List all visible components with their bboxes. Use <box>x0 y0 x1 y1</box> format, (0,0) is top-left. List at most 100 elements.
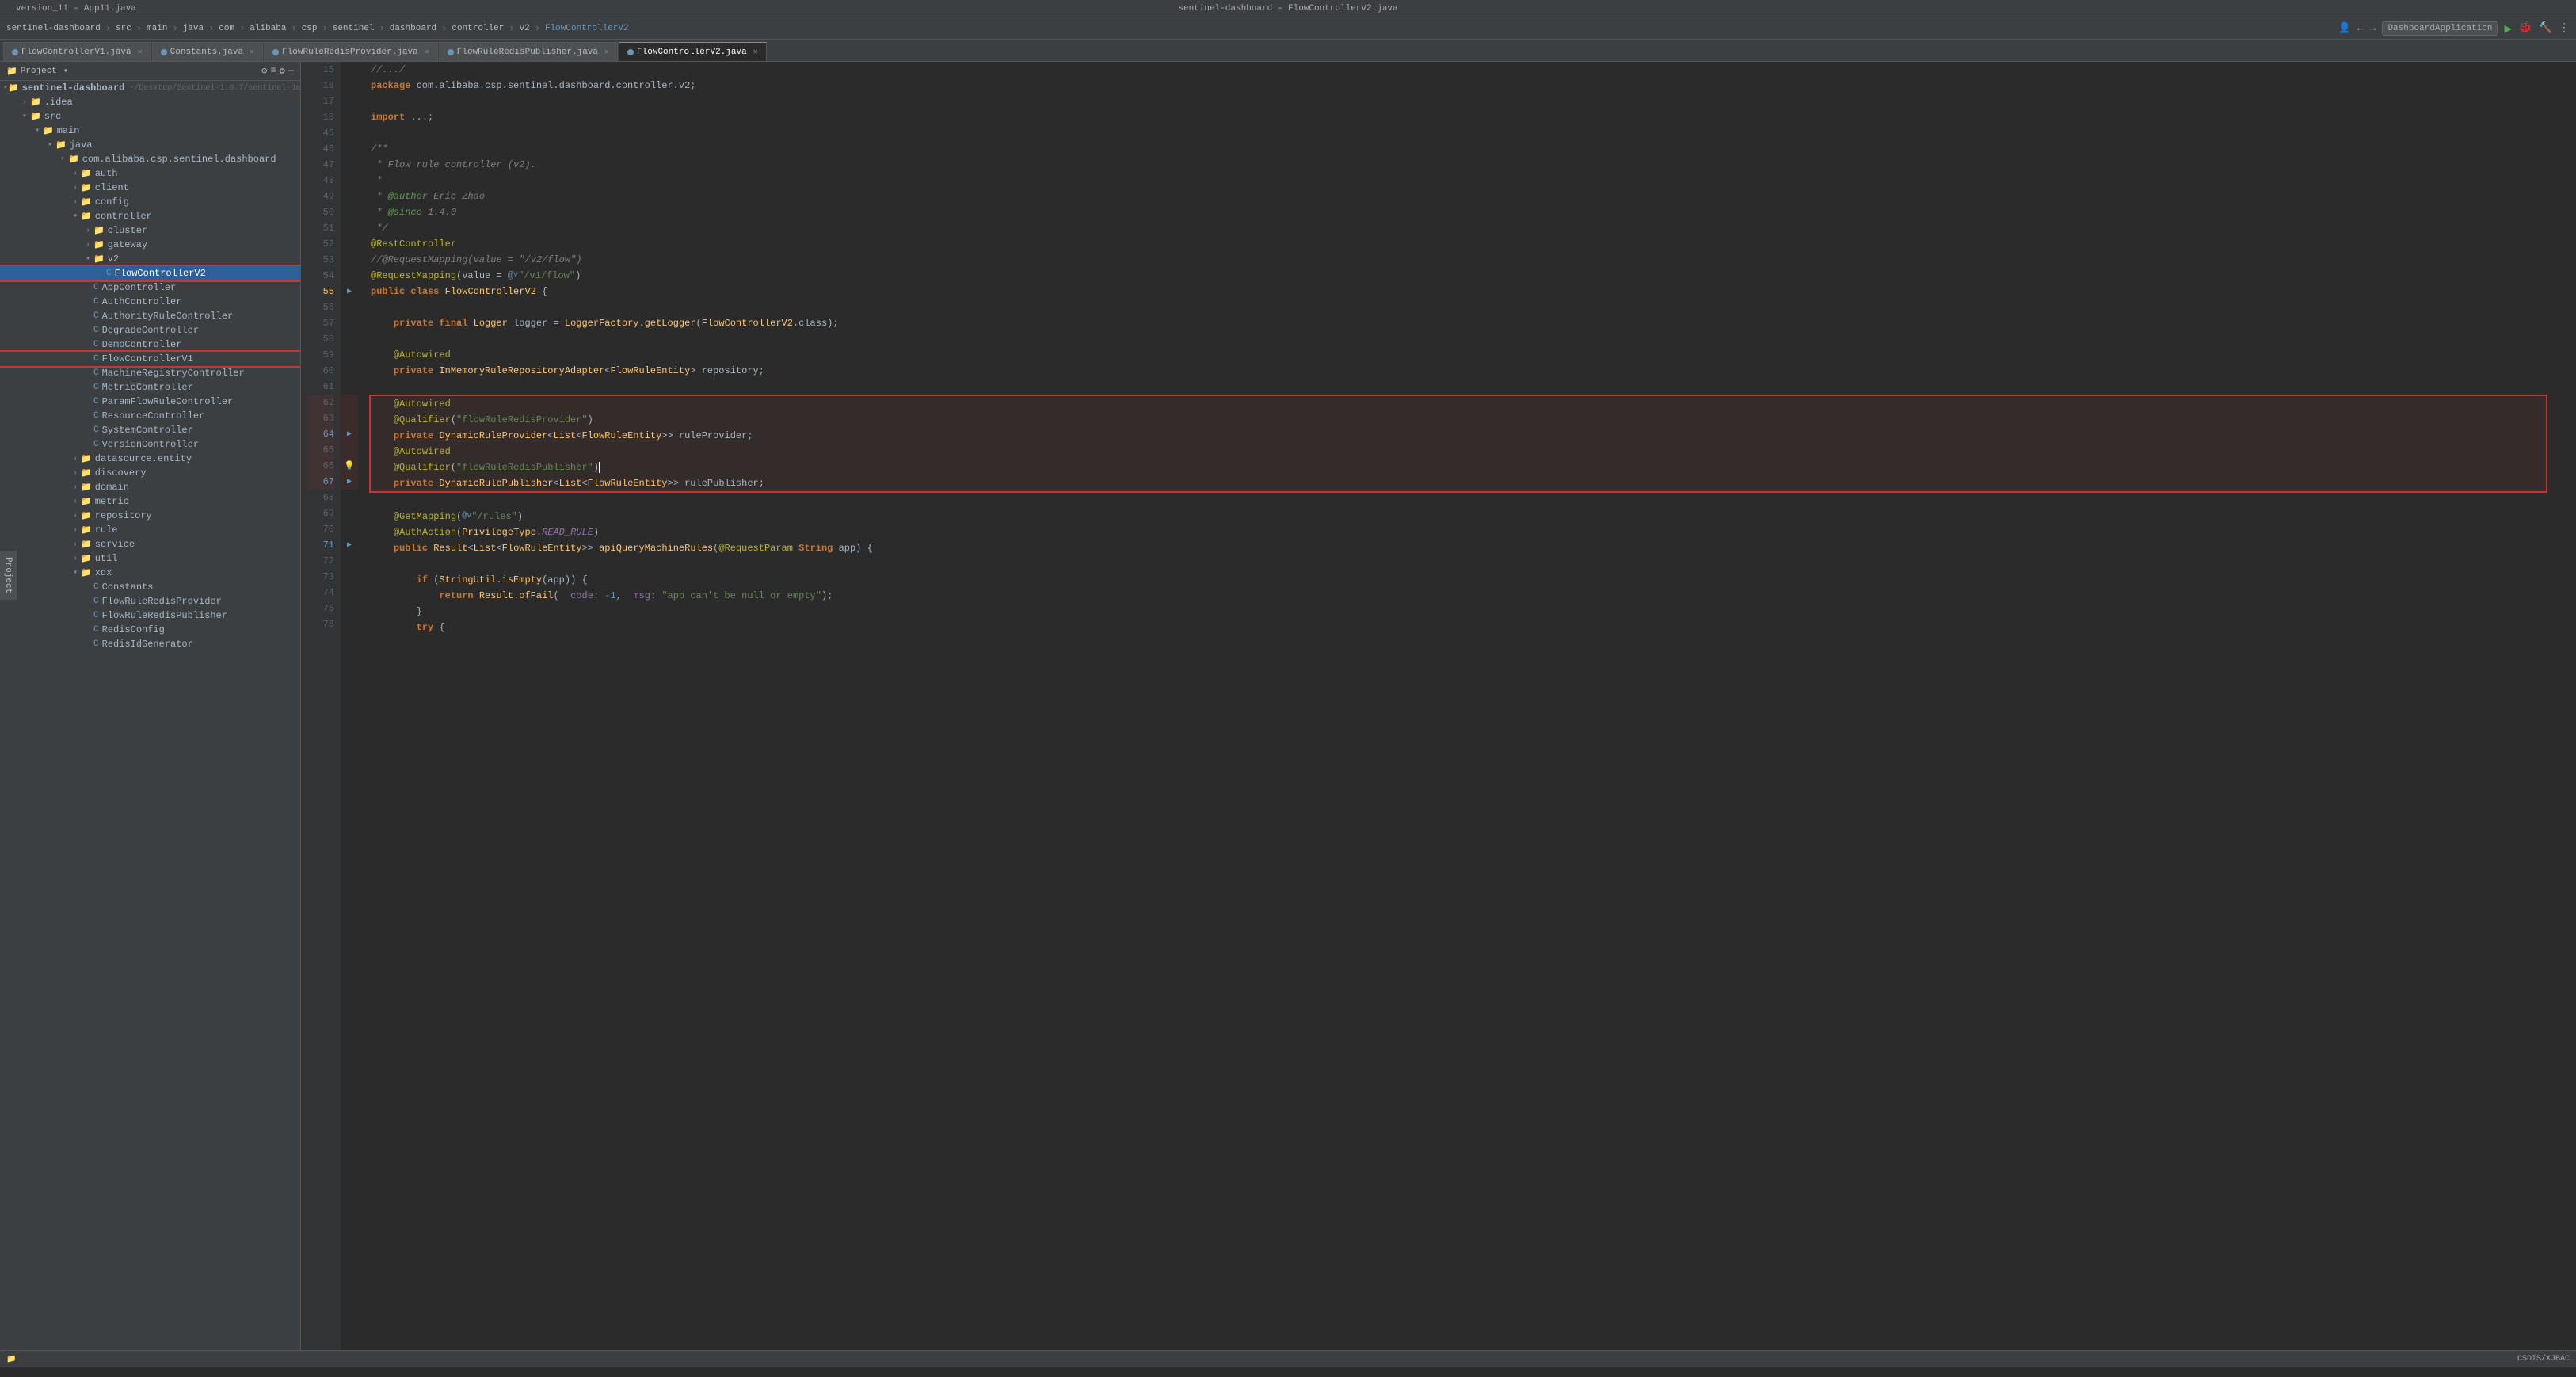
tree-item-idea[interactable]: › 📁 .idea <box>0 95 300 109</box>
tab-close-icon[interactable]: ✕ <box>753 48 758 57</box>
tree-item-java[interactable]: ▾ 📁 java <box>0 138 300 152</box>
nav-back-icon[interactable]: ← <box>2357 22 2364 34</box>
tree-item-service[interactable]: › 📁 service <box>0 537 300 551</box>
tree-root[interactable]: ▾ 📁 sentinel-dashboard ~/Desktop/Sentine… <box>0 81 300 95</box>
project-tab[interactable]: Project <box>0 551 17 600</box>
breadcrumb-src[interactable]: src <box>116 24 131 33</box>
breadcrumb-csp[interactable]: csp <box>302 24 318 33</box>
tree-item-authorityrulecontroller[interactable]: C AuthorityRuleController <box>0 309 300 323</box>
tree-item-redisconfig[interactable]: C RedisConfig <box>0 623 300 637</box>
tree-item-datasource[interactable]: › 📁 datasource.entity <box>0 452 300 466</box>
tree-label: controller <box>95 211 152 222</box>
java-file-icon: C <box>93 611 99 620</box>
java-file-icon: C <box>93 326 99 335</box>
code-text: > repository; <box>690 363 764 379</box>
user-icon[interactable]: 👤 <box>2338 22 2351 34</box>
breadcrumb-com[interactable]: com <box>219 24 234 33</box>
gutter-marker-67[interactable]: ▶ <box>341 474 358 490</box>
run-more-icon[interactable]: ⋮ <box>2559 21 2570 35</box>
tree-label: FlowControllerV2 <box>115 268 206 279</box>
line-num: 52 <box>307 236 334 252</box>
tree-item-v2[interactable]: ▾ 📁 v2 <box>0 252 300 266</box>
breadcrumb-main[interactable]: main <box>147 24 167 33</box>
tree-item-controller[interactable]: ▾ 📁 controller <box>0 209 300 223</box>
breadcrumb-java[interactable]: java <box>183 24 204 33</box>
code-editor[interactable]: 15 16 17 18 45 46 47 48 49 50 51 52 53 5… <box>301 62 2576 1350</box>
tree-item-machineregistrycontroller[interactable]: C MachineRegistryController <box>0 366 300 380</box>
code-text: code: <box>559 588 605 604</box>
collapse-icon[interactable]: ≡ <box>270 65 276 77</box>
tree-item-redisidgenerator[interactable]: C RedisIdGenerator <box>0 637 300 651</box>
gutter-marker-71[interactable]: ▶ <box>341 537 358 553</box>
breadcrumb-file[interactable]: FlowControllerV2 <box>545 24 629 33</box>
tree-arrow: › <box>70 526 81 535</box>
run-config-label[interactable]: DashboardApplication <box>2382 21 2498 36</box>
breadcrumb-alibaba[interactable]: alibaba <box>250 24 286 33</box>
tree-item-flowruleredisprovider[interactable]: C FlowRuleRedisProvider <box>0 594 300 608</box>
tab-flowruleredispublisher[interactable]: FlowRuleRedisPublisher.java ✕ <box>439 42 618 61</box>
tree-item-client[interactable]: › 📁 client <box>0 181 300 195</box>
tree-item-democontroller[interactable]: C DemoController <box>0 338 300 352</box>
breadcrumb-v2[interactable]: v2 <box>520 24 530 33</box>
tree-label: AuthController <box>102 296 182 307</box>
tree-item-cluster[interactable]: › 📁 cluster <box>0 223 300 238</box>
tree-item-versioncontroller[interactable]: C VersionController <box>0 437 300 452</box>
tree-item-auth[interactable]: › 📁 auth <box>0 166 300 181</box>
tree-item-discovery[interactable]: › 📁 discovery <box>0 466 300 480</box>
tree-item-repository[interactable]: › 📁 repository <box>0 509 300 523</box>
tree-item-appcontroller[interactable]: C AppController <box>0 280 300 295</box>
run-build-icon[interactable]: 🔨 <box>2539 21 2552 35</box>
folder-gateway-icon: 📁 <box>93 239 105 250</box>
tree-item-paramflowrulecontroller[interactable]: C ParamFlowRuleController <box>0 395 300 409</box>
gutter-marker-64[interactable]: ▶ <box>341 426 358 442</box>
tab-close-icon[interactable]: ✕ <box>604 48 609 57</box>
tree-item-com[interactable]: ▾ 📁 com.alibaba.csp.sentinel.dashboard <box>0 152 300 166</box>
tree-item-gateway[interactable]: › 📁 gateway <box>0 238 300 252</box>
breadcrumb-sentinel[interactable]: sentinel-dashboard <box>6 24 101 33</box>
code-text: ) <box>517 509 523 524</box>
tree-item-degradecontroller[interactable]: C DegradeController <box>0 323 300 338</box>
tab-constants[interactable]: Constants.java ✕ <box>152 42 263 61</box>
tab-flowcontrollerv2[interactable]: FlowControllerV2.java ✕ <box>619 42 767 61</box>
tree-item-flowruleredispublisher[interactable]: C FlowRuleRedisPublisher <box>0 608 300 623</box>
hide-icon[interactable]: — <box>288 65 294 77</box>
tree-item-resourcecontroller[interactable]: C ResourceController <box>0 409 300 423</box>
tree-item-flowcontrollerv2[interactable]: C FlowControllerV2 <box>0 266 300 280</box>
breadcrumb-sentinel2[interactable]: sentinel <box>333 24 375 33</box>
code-text: StringUtil <box>439 572 496 588</box>
tab-flowcontrollerv1[interactable]: FlowControllerV1.java ✕ <box>3 42 151 61</box>
tree-item-util[interactable]: › 📁 util <box>0 551 300 566</box>
run-play-icon[interactable]: ▶ <box>2504 21 2512 36</box>
tree-item-flowcontrollerv1[interactable]: C FlowControllerV1 <box>0 352 300 366</box>
line-num: 64 <box>307 426 334 442</box>
java-file-icon: C <box>93 582 99 592</box>
line-num: 55 <box>307 284 334 299</box>
tree-label: main <box>57 125 80 136</box>
tree-item-xdx[interactable]: ▾ 📁 xdx <box>0 566 300 580</box>
tree-item-rule[interactable]: › 📁 rule <box>0 523 300 537</box>
tree-item-constants[interactable]: C Constants <box>0 580 300 594</box>
tree-item-src[interactable]: ▾ 📁 src <box>0 109 300 124</box>
tree-item-domain[interactable]: › 📁 domain <box>0 480 300 494</box>
bulb-icon-66[interactable]: 💡 <box>341 458 358 474</box>
tab-close-icon[interactable]: ✕ <box>250 48 254 57</box>
tab-close-icon[interactable]: ✕ <box>138 48 143 57</box>
project-dropdown-icon[interactable]: ▾ <box>63 67 68 76</box>
code-text: DynamicRuleProvider <box>439 428 547 444</box>
tree-item-main[interactable]: ▾ 📁 main <box>0 124 300 138</box>
settings-icon[interactable]: ⚙ <box>280 65 285 77</box>
nav-forward-icon[interactable]: → <box>2370 22 2376 34</box>
scope-icon[interactable]: ⊙ <box>261 65 267 77</box>
run-debug-icon[interactable]: 🐞 <box>2518 21 2532 35</box>
tab-close-icon[interactable]: ✕ <box>425 48 429 57</box>
tree-item-systemcontroller[interactable]: C SystemController <box>0 423 300 437</box>
gutter-run-icon[interactable]: ▶ <box>341 284 358 299</box>
breadcrumb-dashboard[interactable]: dashboard <box>390 24 436 33</box>
tree-item-config[interactable]: › 📁 config <box>0 195 300 209</box>
line-num: 68 <box>307 490 334 505</box>
breadcrumb-controller[interactable]: controller <box>452 24 504 33</box>
tree-item-authcontroller[interactable]: C AuthController <box>0 295 300 309</box>
tree-item-metric[interactable]: › 📁 metric <box>0 494 300 509</box>
tree-item-metriccontroller[interactable]: C MetricController <box>0 380 300 395</box>
tab-flowruleredisprovider[interactable]: FlowRuleRedisProvider.java ✕ <box>264 42 438 61</box>
